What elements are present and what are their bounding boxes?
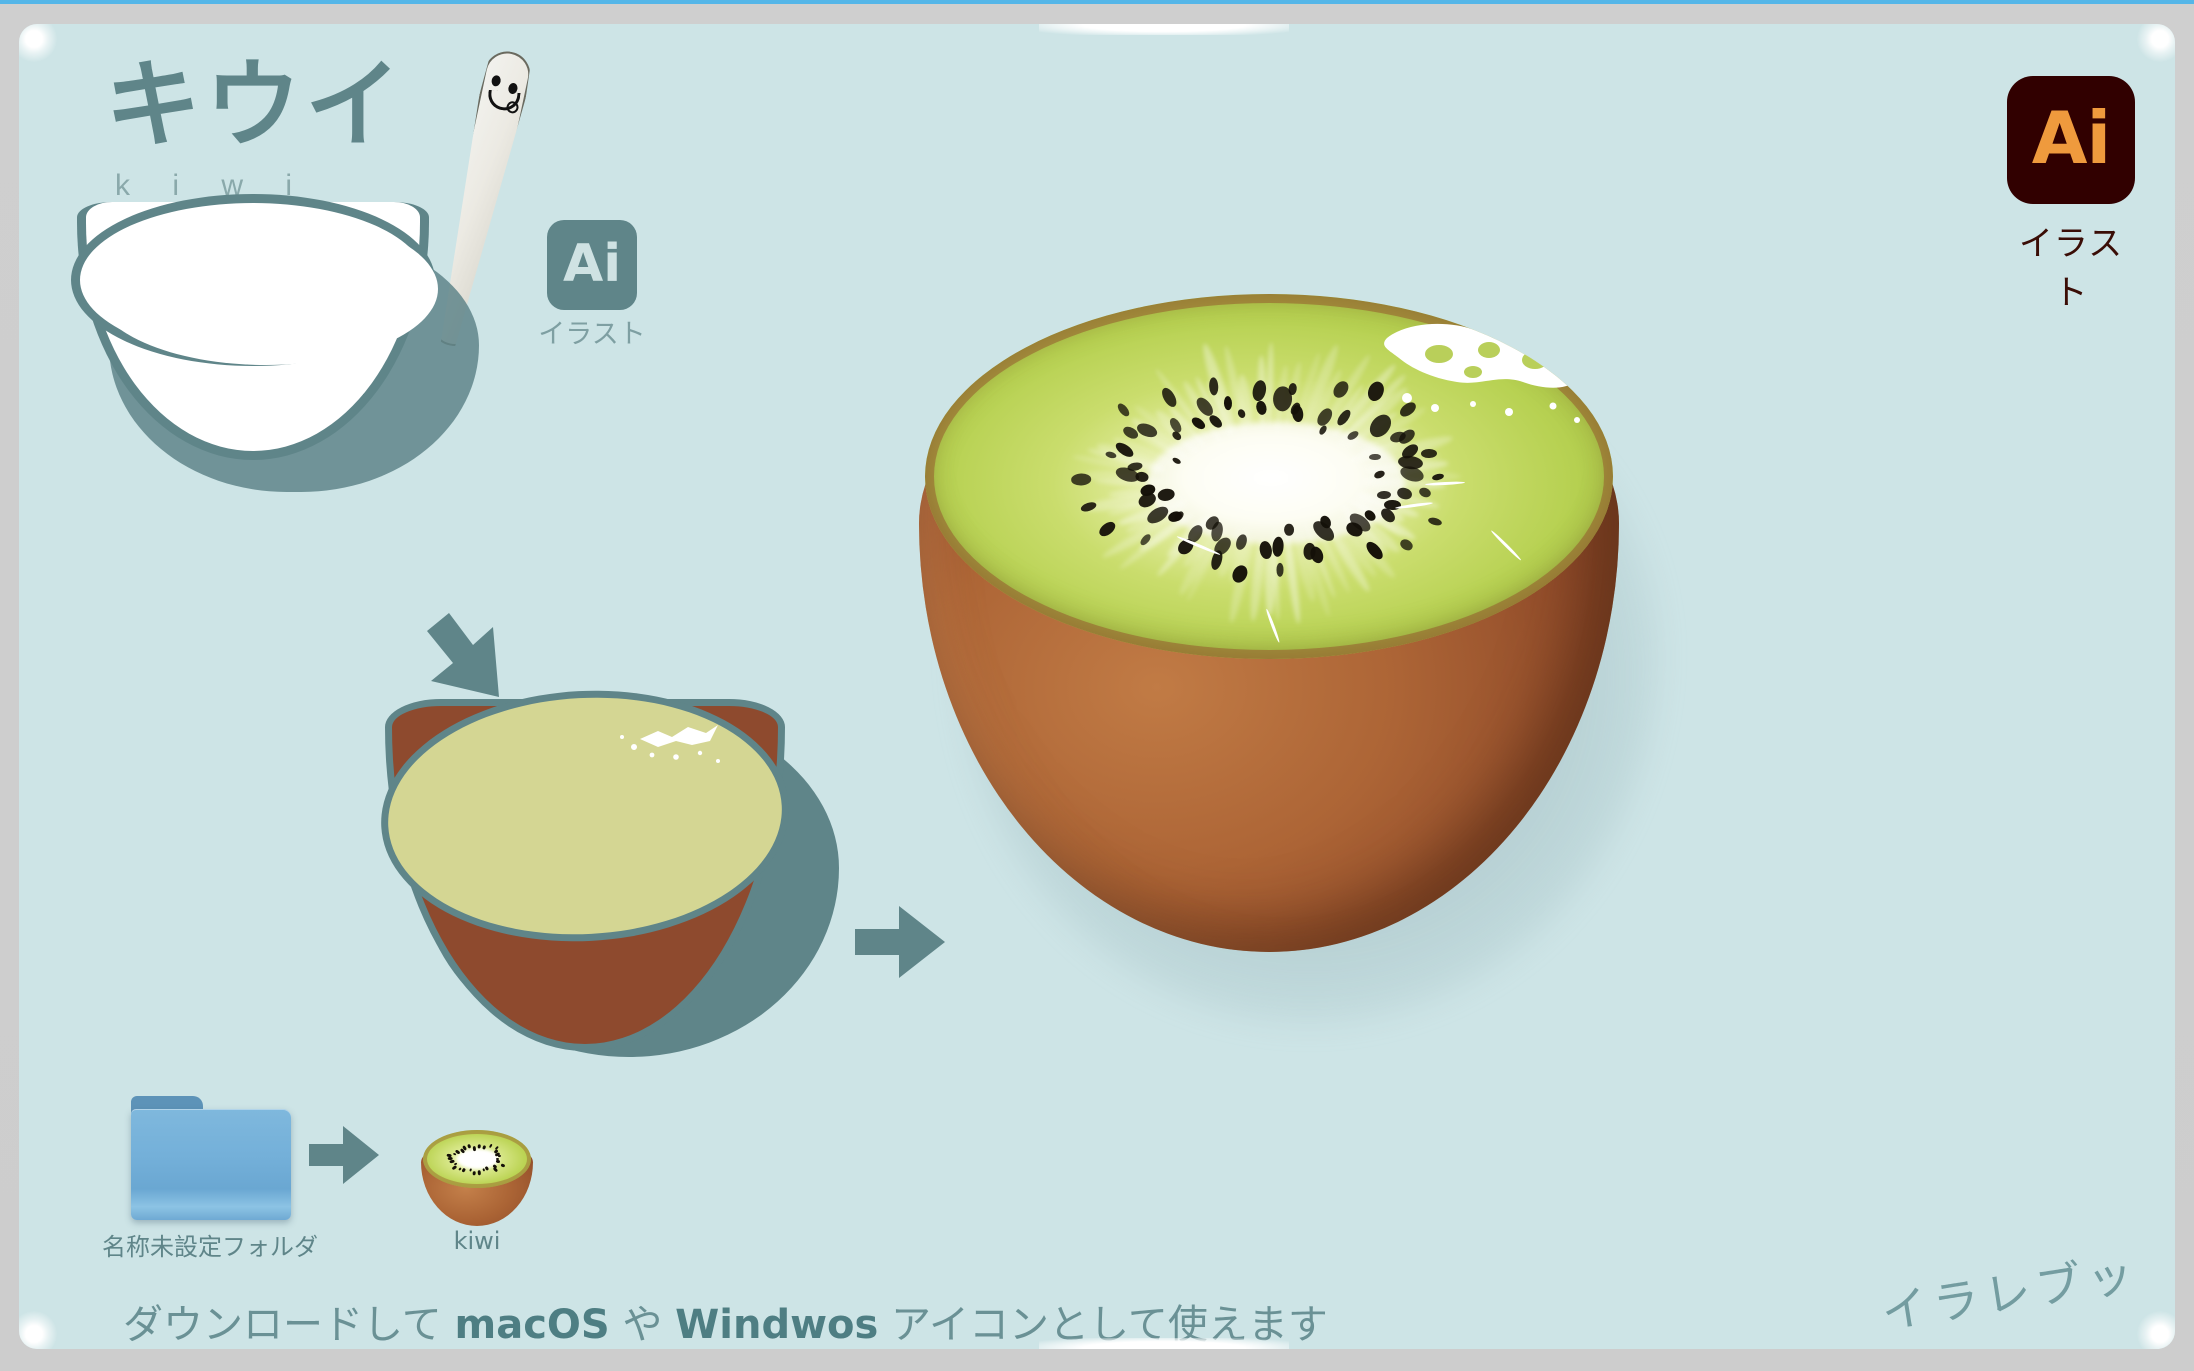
bowl-inner (94, 213, 438, 365)
watermark: イラレブック (1876, 1232, 2175, 1349)
pen-face (474, 69, 530, 129)
kiwi-seed (1377, 490, 1391, 499)
kiwi-app-icon[interactable] (415, 1116, 539, 1228)
kiwi-seed (1284, 523, 1294, 536)
kiwi-icon-label: kiwi (397, 1227, 557, 1255)
caption-bold-macos: macOS (455, 1302, 610, 1348)
corner-glow-top-right (2137, 24, 2175, 62)
kiwi-app-icon-seed (489, 1144, 493, 1148)
folder-body (131, 1109, 291, 1220)
white-bowl-shape (67, 194, 487, 494)
adobe-illustrator-icon-secondary[interactable]: Ai (547, 220, 637, 310)
page-title: キウイ (105, 54, 405, 158)
ai-badge-letters-secondary: Ai (563, 238, 621, 290)
ai-badge-label-secondary: イラスト (524, 312, 660, 351)
kiwi-app-icon-seed (467, 1144, 471, 1149)
edge-glow-top (1039, 24, 1289, 35)
kiwi-app-icon-seed (454, 1162, 458, 1165)
corner-glow-bottom-left (19, 1311, 57, 1349)
ai-badge-letters: Ai (2032, 102, 2110, 174)
adobe-illustrator-icon[interactable]: Ai (2007, 76, 2135, 204)
kiwi-app-icon-seed (469, 1168, 472, 1172)
illustration-card: キウイ k i w i Ai イラスト Ai イラスト 名称未設定フォルダ ki… (19, 24, 2175, 1349)
kiwi-seed (1276, 562, 1283, 576)
kiwi-app-icon-seed (496, 1160, 501, 1163)
bowl-rim (71, 194, 435, 366)
kiwi-app-icon-flesh (423, 1130, 531, 1188)
arrow-right-icon-small (309, 1124, 379, 1186)
kiwi-seed (1421, 449, 1437, 459)
kiwi-half-illustration (919, 294, 1679, 1054)
kiwi-app-icon-seed (501, 1163, 506, 1167)
macos-folder-icon[interactable] (131, 1096, 291, 1220)
kiwi-app-icon-seed (462, 1168, 466, 1173)
kiwi-app-icon-seed (493, 1167, 498, 1172)
caption-mid: や (610, 1302, 675, 1348)
caption-bold-windows: Windwos (675, 1302, 878, 1348)
kiwi-app-icon-seed (478, 1170, 481, 1175)
caption-tail: アイコンとして使えます (878, 1302, 1328, 1348)
pen-eye-left (491, 75, 502, 88)
kiwi-app-icon-seed (472, 1171, 475, 1176)
caption-lead: ダウンロードして (123, 1302, 455, 1348)
kiwi-app-icon-seed (451, 1165, 457, 1170)
kiwi-flesh (925, 294, 1613, 659)
flat-kiwi-half-shape (359, 689, 879, 1079)
folder-label: 名称未設定フォルダ (55, 1227, 365, 1262)
caption: ダウンロードして macOS や Windwos アイコンとして使えます (123, 1292, 1328, 1349)
outer-frame: キウイ k i w i Ai イラスト Ai イラスト 名称未設定フォルダ ki… (0, 0, 2194, 1371)
corner-glow-top-left (19, 24, 57, 62)
ai-badge-label: イラスト (2007, 216, 2135, 314)
